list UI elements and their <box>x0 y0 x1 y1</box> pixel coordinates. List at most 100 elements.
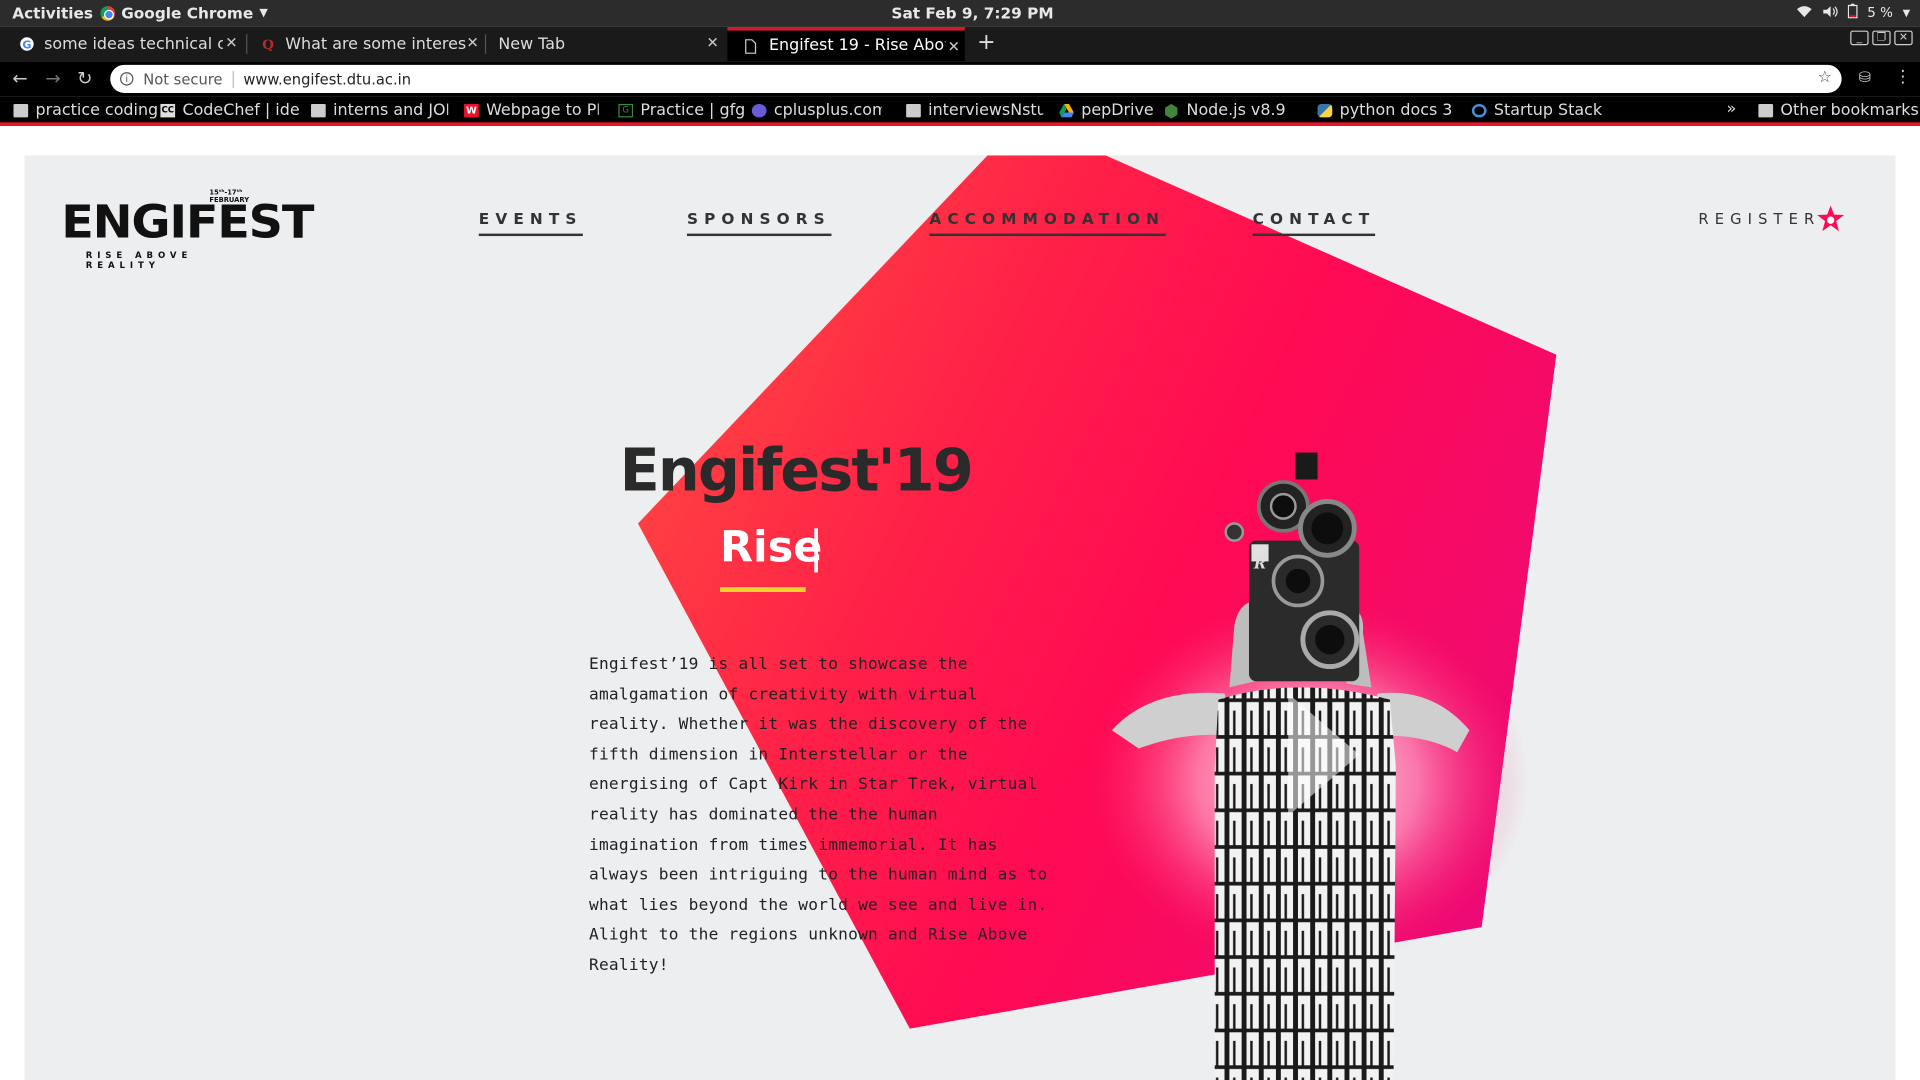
bookmark-item[interactable]: practice coding <box>13 102 158 120</box>
tab-0[interactable]: G some ideas technical con ✕ <box>2 27 242 61</box>
web2pdf-icon: W <box>464 103 479 118</box>
info-icon[interactable]: i <box>120 72 134 86</box>
description-line: what lies beyond the world we see and li… <box>588 896 1048 915</box>
description-line: Alight to the regions unknown and Rise A… <box>588 926 1028 945</box>
quora-icon: Q <box>261 37 276 53</box>
caret-down-icon: ▼ <box>1902 7 1911 19</box>
description-line: Reality! <box>588 956 669 975</box>
event-description: Engifest’19 is all set to showcase the a… <box>589 651 1103 982</box>
tab-title: What are some interesti <box>285 34 467 54</box>
reload-icon[interactable]: ↻ <box>77 67 92 89</box>
description-line: reality has dominated the the human <box>588 805 938 825</box>
bookmark-label: Node.js v8.9.4 <box>1186 101 1287 120</box>
bookmark-item[interactable]: interviewsNstu <box>906 102 1043 120</box>
globe-icon <box>1471 103 1487 118</box>
bookmarks-bar: practice coding CC CodeChef | ide interns… <box>0 96 1920 126</box>
nav-accommodation[interactable]: ACCOMMODATION <box>929 209 1166 237</box>
bookmark-label: Other bookmarks <box>1780 101 1919 120</box>
logo-tagline: RISE ABOVE REALITY <box>85 250 193 271</box>
new-tab-button[interactable]: + <box>977 29 995 55</box>
nav-contact[interactable]: CONTACT <box>1252 209 1376 237</box>
address-bar[interactable]: i Not secure www.engifest.dtu.ac.in ☆ <box>110 64 1842 93</box>
engifest-logo[interactable]: 15ᵗʰ-17ᵗʰ FEBRUARY ENGIFEST RISE ABOVE R… <box>61 190 314 271</box>
app-menu[interactable]: Google Chrome ▼ <box>100 3 268 23</box>
hero-title: Engifest'19 <box>619 436 974 506</box>
tab-title: some ideas technical con <box>44 34 223 54</box>
tab-2[interactable]: New Tab ✕ <box>481 27 723 61</box>
svg-text:Q: Q <box>262 37 274 51</box>
bookmark-item[interactable]: Startup Stack <box>1471 101 1603 120</box>
chevron-more-icon[interactable]: » <box>1727 100 1737 118</box>
tab-title: New Tab <box>498 34 566 54</box>
url-text: www.engifest.dtu.ac.in <box>243 70 412 88</box>
bookmark-item[interactable]: interns and JOB <box>311 102 448 120</box>
camera-head-performer-image: R <box>1111 452 1470 1080</box>
typed-word: Rise <box>720 523 823 573</box>
activities-button[interactable]: Activities <box>12 4 93 22</box>
menu-icon[interactable]: ⋮ <box>1894 67 1911 87</box>
navigation-bar: ← → ↻ i Not secure www.engifest.dtu.ac.i… <box>0 61 1920 97</box>
minimize-button[interactable]: _ <box>1850 30 1869 46</box>
bookmark-label: practice coding <box>35 101 159 120</box>
bookmark-label: python docs 3.7 <box>1339 101 1453 120</box>
page-viewport: 15ᵗʰ-17ᵗʰ FEBRUARY ENGIFEST RISE ABOVE R… <box>0 125 1920 1080</box>
close-icon[interactable]: ✕ <box>948 38 960 55</box>
tab-1[interactable]: Q What are some interesti ✕ <box>244 27 484 61</box>
security-label: Not secure <box>143 70 234 88</box>
nav-sponsors[interactable]: SPONSORS <box>686 209 831 237</box>
drive-icon <box>1059 103 1074 118</box>
bookmark-star-icon[interactable]: ☆ <box>1818 68 1832 86</box>
back-icon[interactable]: ← <box>12 67 27 89</box>
bookmark-item[interactable]: CC CodeChef | ide <box>160 101 300 120</box>
bookmark-item[interactable]: G Practice | gfg <box>618 102 745 120</box>
typed-underline <box>720 587 806 592</box>
description-line: Engifest’19 is all set to showcase the <box>588 655 968 674</box>
codechef-icon: CC <box>160 103 176 118</box>
description-line: imagination from times immemorial. It ha… <box>588 836 998 855</box>
bookmark-label: interns and JOB <box>333 101 449 120</box>
battery-level: 5 % <box>1867 4 1893 21</box>
chrome-icon <box>100 5 116 21</box>
other-bookmarks[interactable]: Other bookmarks <box>1758 101 1919 120</box>
system-tray[interactable]: 5 % ▼ <box>1796 3 1911 22</box>
node-icon <box>1164 103 1179 119</box>
star-icon[interactable] <box>1816 204 1845 233</box>
folder-icon <box>13 103 29 118</box>
svg-text:R: R <box>1253 556 1266 573</box>
bookmark-item[interactable]: Node.js v8.9.4 <box>1164 101 1287 120</box>
bookmark-item[interactable]: pepDrive <box>1059 102 1154 120</box>
bookmark-label: Startup Stack <box>1493 101 1603 120</box>
extension-icon[interactable]: ⛁ <box>1859 68 1871 85</box>
google-icon: G <box>20 37 35 52</box>
bookmark-label: CodeChef | ide <box>182 101 300 120</box>
description-line: amalgamation of creativity with virtual <box>588 685 978 705</box>
description-line: always been intriguing to the human mind… <box>588 866 1048 885</box>
app-name: Google Chrome <box>121 3 254 23</box>
close-icon[interactable]: ✕ <box>225 34 237 51</box>
os-top-bar: Activities Google Chrome ▼ Sat Feb 9, 7:… <box>0 0 1920 27</box>
nav-events[interactable]: EVENTS <box>478 209 583 237</box>
description-line: fifth dimension in Interstellar or the <box>588 745 968 765</box>
description-line: energising of Capt Kirk in Star Trek, vi… <box>588 775 1038 795</box>
bookmark-label: Practice | gfg <box>640 101 746 120</box>
close-window-button[interactable]: ✕ <box>1894 30 1913 46</box>
bookmark-item[interactable]: W Webpage to PD <box>464 102 599 120</box>
site-canvas: 15ᵗʰ-17ᵗʰ FEBRUARY ENGIFEST RISE ABOVE R… <box>24 155 1896 1080</box>
folder-icon <box>311 103 326 118</box>
bookmark-label: cplusplus.com - <box>773 101 882 120</box>
bookmark-item[interactable]: cplusplus.com - <box>751 101 882 120</box>
svg-text:G: G <box>22 38 31 51</box>
clock[interactable]: Sat Feb 9, 7:29 PM <box>891 4 1053 22</box>
restore-button[interactable]: ❐ <box>1872 30 1891 46</box>
close-icon[interactable]: ✕ <box>466 34 478 51</box>
bookmark-label: Webpage to PD <box>486 101 599 120</box>
volume-icon <box>1822 4 1838 21</box>
bookmark-item[interactable]: python docs 3.7 <box>1317 101 1453 120</box>
logo-wordmark: ENGIFEST <box>61 197 314 250</box>
register-link[interactable]: REGISTER <box>1698 210 1820 227</box>
forward-icon[interactable]: → <box>45 67 60 89</box>
window-controls: _ ❐ ✕ <box>1850 30 1913 46</box>
close-icon[interactable]: ✕ <box>706 34 718 51</box>
tab-3-active[interactable]: Engifest 19 - Rise Above ✕ <box>727 26 965 62</box>
battery-icon <box>1847 3 1858 22</box>
